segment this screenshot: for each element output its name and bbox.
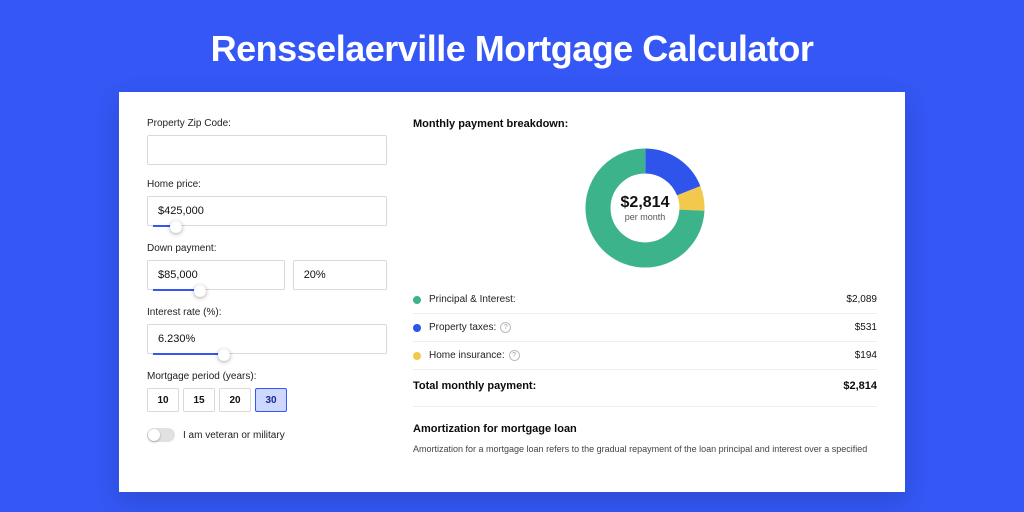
period-button-15[interactable]: 15 (183, 388, 215, 412)
period-button-20[interactable]: 20 (219, 388, 251, 412)
veteran-toggle[interactable] (147, 428, 175, 442)
amortization-title: Amortization for mortgage loan (413, 423, 877, 435)
veteran-label: I am veteran or military (183, 430, 285, 441)
legend-bullet (413, 324, 421, 332)
donut-chart: $2,814 per month (583, 146, 707, 270)
period-button-10[interactable]: 10 (147, 388, 179, 412)
home-price-label: Home price: (147, 179, 387, 190)
down-payment-pct-input[interactable] (293, 260, 387, 290)
breakdown-row: Principal & Interest:$2,089 (413, 286, 877, 313)
total-label: Total monthly payment: (413, 380, 843, 392)
breakdown-value: $2,089 (846, 294, 877, 305)
zip-field: Property Zip Code: (147, 118, 387, 165)
breakdown-row: Home insurance:?$194 (413, 341, 877, 369)
interest-field: Interest rate (%): (147, 307, 387, 357)
help-icon[interactable]: ? (500, 322, 511, 333)
breakdown-title: Monthly payment breakdown: (413, 118, 877, 130)
home-price-field: Home price: (147, 179, 387, 229)
breakdown-label: Home insurance:? (429, 350, 855, 361)
interest-slider[interactable] (147, 353, 387, 357)
interest-label: Interest rate (%): (147, 307, 387, 318)
page-title: Rensselaerville Mortgage Calculator (0, 0, 1024, 92)
period-field: Mortgage period (years): 10152030 (147, 371, 387, 412)
period-button-30[interactable]: 30 (255, 388, 287, 412)
down-payment-slider[interactable] (147, 289, 387, 293)
interest-input[interactable] (147, 324, 387, 354)
breakdown-column: Monthly payment breakdown: $2,814 per mo… (413, 118, 877, 492)
zip-label: Property Zip Code: (147, 118, 387, 129)
home-price-slider[interactable] (147, 225, 387, 229)
inputs-column: Property Zip Code: Home price: Down paym… (147, 118, 387, 492)
interest-slider-thumb[interactable] (218, 349, 230, 361)
veteran-toggle-knob (148, 429, 160, 441)
breakdown-label: Property taxes:? (429, 322, 855, 333)
breakdown-label: Principal & Interest: (429, 294, 846, 305)
home-price-input[interactable] (147, 196, 387, 226)
legend-bullet (413, 352, 421, 360)
home-price-slider-thumb[interactable] (170, 221, 182, 233)
breakdown-value: $194 (855, 350, 877, 361)
down-payment-slider-thumb[interactable] (194, 285, 206, 297)
donut-center-amount: $2,814 (621, 194, 670, 212)
zip-input[interactable] (147, 135, 387, 165)
donut-center-sub: per month (625, 212, 666, 222)
down-payment-field: Down payment: (147, 243, 387, 293)
down-payment-label: Down payment: (147, 243, 387, 254)
period-label: Mortgage period (years): (147, 371, 387, 382)
period-button-group: 10152030 (147, 388, 387, 412)
help-icon[interactable]: ? (509, 350, 520, 361)
down-payment-input[interactable] (147, 260, 285, 290)
total-value: $2,814 (843, 380, 877, 392)
breakdown-value: $531 (855, 322, 877, 333)
donut-chart-area: $2,814 per month (413, 140, 877, 286)
calculator-card: Property Zip Code: Home price: Down paym… (119, 92, 905, 492)
total-row: Total monthly payment: $2,814 (413, 369, 877, 407)
breakdown-list: Principal & Interest:$2,089Property taxe… (413, 286, 877, 369)
amortization-text: Amortization for a mortgage loan refers … (413, 443, 877, 456)
legend-bullet (413, 296, 421, 304)
breakdown-row: Property taxes:?$531 (413, 313, 877, 341)
veteran-row: I am veteran or military (147, 428, 387, 442)
